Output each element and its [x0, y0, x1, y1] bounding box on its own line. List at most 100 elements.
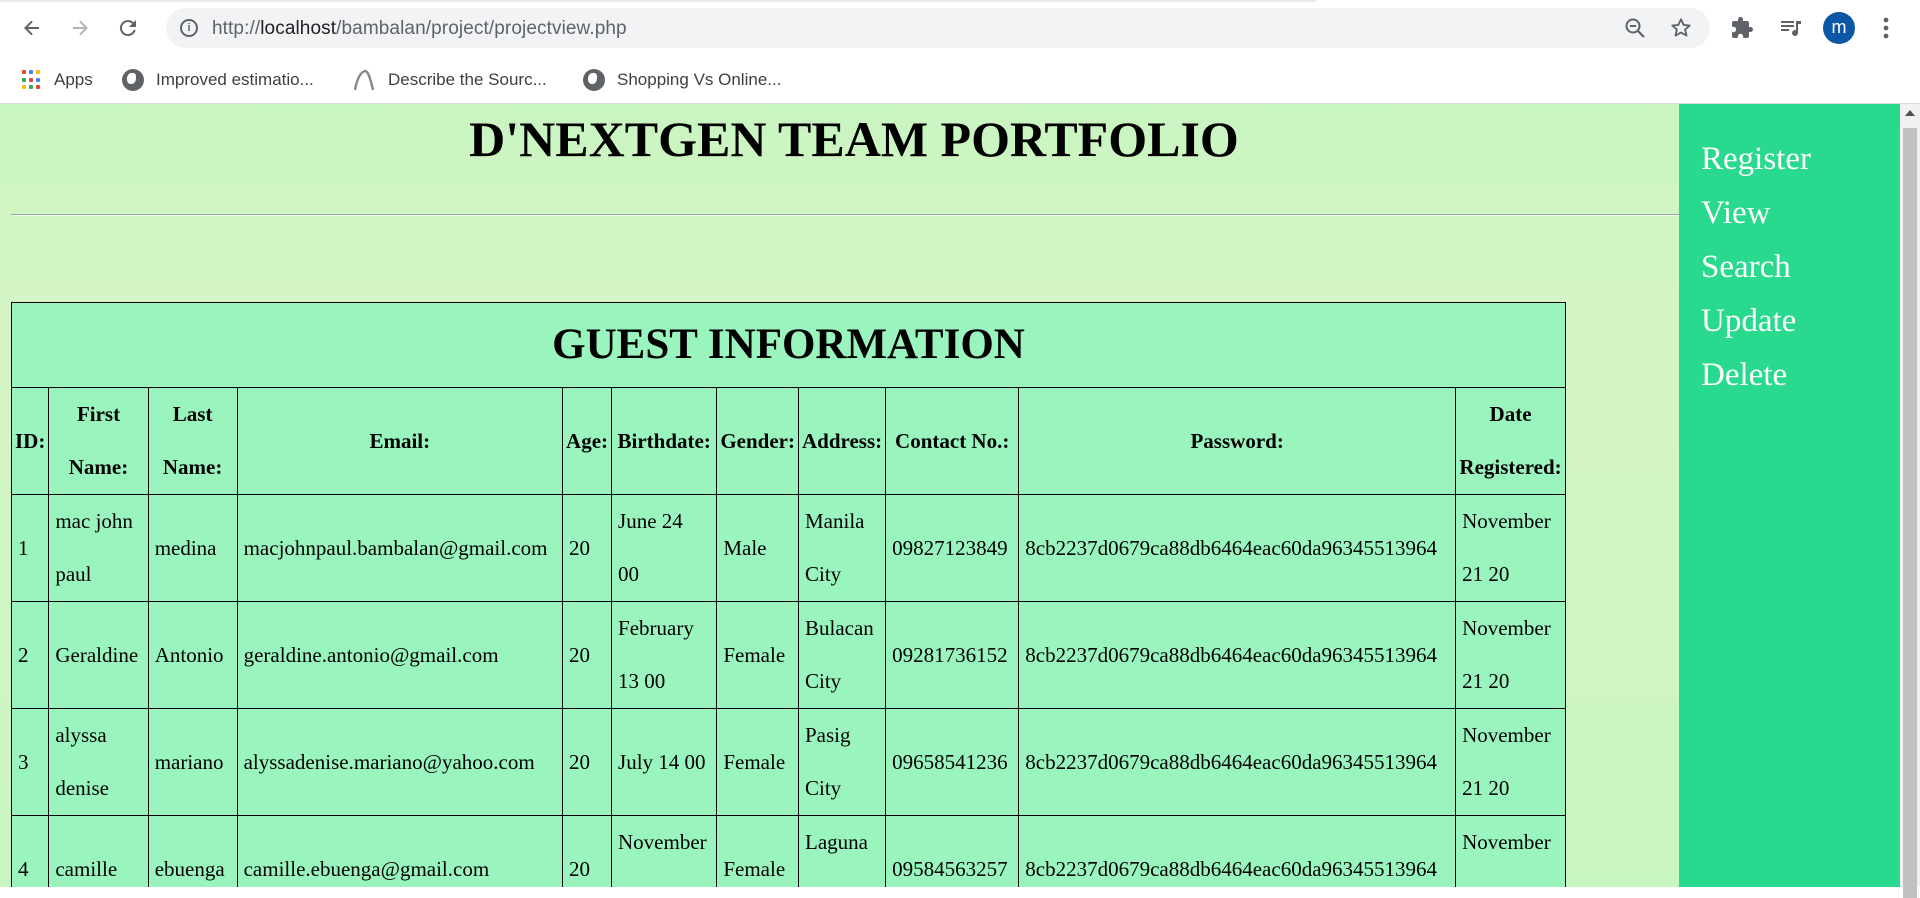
- cell-id: 4: [10, 815, 50, 887]
- cell-contact: 09827123849: [885, 494, 1020, 602]
- nav-view-link[interactable]: View: [1701, 186, 1900, 240]
- cell-email: macjohnpaul.bambalan@gmail.com: [236, 494, 564, 602]
- table-title: GUEST INFORMATION: [11, 302, 1566, 388]
- cell-id: 1: [10, 494, 50, 602]
- table-row: 1 mac john paul medina macjohnpaul.bambal…: [10, 494, 1566, 602]
- cell-contact: 09584563257: [885, 815, 1020, 887]
- cell-gender: Female: [716, 708, 799, 816]
- nav-register-link[interactable]: Register: [1701, 132, 1900, 186]
- cell-last-name: medina: [147, 494, 238, 602]
- cell-password: 8cb2237d0679ca88db6464eac60da96345513964: [1018, 494, 1457, 602]
- cell-gender: Female: [716, 815, 799, 887]
- cell-date-registered: November 21 20: [1455, 494, 1566, 602]
- column-header: Email:: [236, 387, 564, 495]
- address-bar[interactable]: i http://localhost/bambalan/project/proj…: [166, 8, 1710, 48]
- table-row: 3 alyssa denise mariano alyssadenise.mari…: [10, 708, 1566, 816]
- more-menu-icon[interactable]: [1872, 14, 1900, 42]
- nav-update-link[interactable]: Update: [1701, 294, 1900, 348]
- cell-email: alyssadenise.mariano@yahoo.com: [236, 708, 564, 816]
- bookmark-label: Improved estimatio...: [156, 70, 314, 89]
- cell-birthdate: June 24 00: [611, 494, 718, 602]
- cell-age: 20: [562, 601, 613, 709]
- cell-id: 3: [10, 708, 50, 816]
- cell-age: 20: [562, 815, 613, 887]
- reload-button[interactable]: [112, 12, 144, 44]
- cell-birthdate: November: [611, 815, 718, 887]
- cell-address: Laguna: [797, 815, 887, 887]
- cell-address: Pasig City: [797, 708, 887, 816]
- cell-password: 8cb2237d0679ca88db6464eac60da96345513964: [1018, 815, 1457, 887]
- cell-gender: Male: [716, 494, 799, 602]
- bookmark-label: Shopping Vs Online...: [617, 70, 782, 89]
- cell-id: 2: [10, 601, 50, 709]
- cell-first-name: camille: [48, 815, 149, 887]
- cell-email: geraldine.antonio@gmail.com: [236, 601, 564, 709]
- profile-avatar[interactable]: m: [1823, 12, 1855, 44]
- apps-grid-icon: [22, 70, 42, 90]
- back-arrow-icon: [24, 20, 39, 36]
- column-header: Last Name:: [147, 387, 238, 495]
- cell-address: Bulacan City: [797, 601, 887, 709]
- loading-progress: [0, 0, 1316, 2]
- forward-arrow-icon: [73, 20, 88, 36]
- table-header-row: ID: First Name: Last Name: Email: Age: Bir…: [10, 387, 1566, 495]
- cell-age: 20: [562, 708, 613, 816]
- curve-favicon-icon: [353, 69, 375, 91]
- cell-birthdate: February 13 00: [611, 601, 718, 709]
- bookmark-item[interactable]: Describe the Sourc...: [352, 66, 547, 94]
- column-header: Password:: [1018, 387, 1457, 495]
- zoom-icon[interactable]: [1623, 16, 1647, 40]
- page-content: D'NEXTGEN TEAM PORTFOLIO GUEST INFORMATI…: [0, 104, 1900, 887]
- bookmark-star-icon[interactable]: [1669, 16, 1693, 40]
- column-header: First Name:: [48, 387, 149, 495]
- cell-contact: 09281736152: [885, 601, 1020, 709]
- column-header: Age:: [562, 387, 613, 495]
- cell-age: 20: [562, 494, 613, 602]
- cell-date-registered: November 21 20: [1455, 708, 1566, 816]
- table-row: 4 camille ebuenga camille.ebuenga@gmail.…: [10, 815, 1566, 887]
- globe-icon: [122, 69, 144, 91]
- reload-icon: [119, 20, 136, 37]
- scrollbar-thumb[interactable]: [1903, 128, 1917, 898]
- table-row: 2 Geraldine Antonio geraldine.antonio@gm…: [10, 601, 1566, 709]
- extensions-icon[interactable]: [1728, 14, 1756, 42]
- globe-icon: [583, 69, 605, 91]
- column-header: Date Registered:: [1455, 387, 1566, 495]
- nav-search-link[interactable]: Search: [1701, 240, 1900, 294]
- bookmark-apps[interactable]: Apps: [22, 66, 93, 94]
- column-header: ID:: [10, 387, 50, 495]
- bookmark-item[interactable]: Improved estimatio...: [122, 66, 314, 94]
- cell-last-name: ebuenga: [147, 815, 238, 887]
- cell-birthdate: July 14 00: [611, 708, 718, 816]
- url-prefix: http://: [212, 18, 261, 39]
- cell-contact: 09658541236: [885, 708, 1020, 816]
- column-header: Contact No.:: [885, 387, 1020, 495]
- cell-first-name: Geraldine: [48, 601, 149, 709]
- sidebar-nav: Register View Search Update Delete: [1679, 104, 1900, 887]
- vertical-scrollbar[interactable]: [1900, 104, 1920, 898]
- site-info-icon[interactable]: i: [180, 19, 198, 37]
- cell-password: 8cb2237d0679ca88db6464eac60da96345513964: [1018, 601, 1457, 709]
- bookmarks-bar: Apps Improved estimatio... Describe the …: [0, 56, 1920, 104]
- media-control-icon[interactable]: [1776, 14, 1804, 42]
- cell-last-name: mariano: [147, 708, 238, 816]
- cell-last-name: Antonio: [147, 601, 238, 709]
- cell-address: Manila City: [797, 494, 887, 602]
- url-text[interactable]: http://localhost/bambalan/project/projec…: [212, 18, 627, 40]
- bookmark-item[interactable]: Shopping Vs Online...: [583, 66, 781, 94]
- back-button[interactable]: [16, 12, 48, 44]
- scroll-up-arrow-icon[interactable]: [1905, 110, 1915, 116]
- cell-password: 8cb2237d0679ca88db6464eac60da96345513964: [1018, 708, 1457, 816]
- cell-date-registered: November 21 20: [1455, 601, 1566, 709]
- horizontal-rule: [11, 214, 1679, 216]
- cell-first-name: alyssa denise: [48, 708, 149, 816]
- nav-delete-link[interactable]: Delete: [1701, 348, 1900, 402]
- url-host: localhost: [260, 18, 337, 39]
- url-path: /bambalan/project/projectview.php: [336, 18, 627, 39]
- cell-first-name: mac john paul: [48, 494, 149, 602]
- column-header: Address:: [797, 387, 887, 495]
- cell-gender: Female: [716, 601, 799, 709]
- column-header: Gender:: [716, 387, 799, 495]
- forward-button[interactable]: [64, 12, 96, 44]
- bookmark-label: Apps: [54, 70, 93, 89]
